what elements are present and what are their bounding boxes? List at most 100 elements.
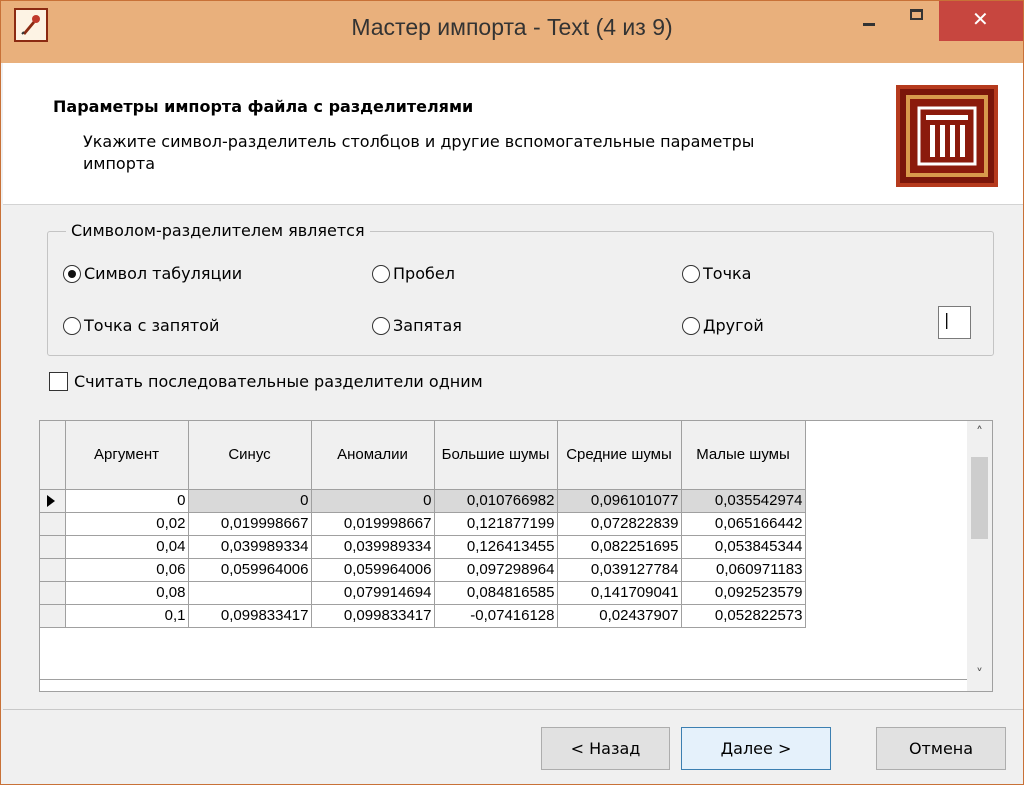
- table-cell[interactable]: 0,099833417: [311, 604, 435, 628]
- consecutive-delimiters-label: Считать последовательные разделители одн…: [74, 372, 483, 391]
- minimize-icon: [863, 23, 875, 26]
- table-row[interactable]: 0,08 0,079914694 0,084816585 0,141709041…: [40, 581, 806, 605]
- table-cell[interactable]: 0,039989334: [311, 535, 435, 559]
- table-cell[interactable]: 0,141709041: [557, 581, 682, 605]
- table-row[interactable]: 0,04 0,039989334 0,039989334 0,126413455…: [40, 535, 806, 559]
- radio-period[interactable]: Точка: [682, 264, 751, 283]
- other-delimiter-input[interactable]: |: [938, 306, 971, 339]
- radio-space-circle[interactable]: [372, 264, 390, 283]
- column-header[interactable]: Синус: [188, 421, 312, 490]
- wizard-header: Параметры импорта файла с разделителями …: [3, 63, 1023, 205]
- table-cell[interactable]: 0,126413455: [434, 535, 558, 559]
- data-preview-grid[interactable]: Аргумент Синус Аномалии Большие шумы Сре…: [39, 420, 993, 692]
- row-indicator: [40, 581, 66, 605]
- table-cell[interactable]: 0,039989334: [188, 535, 312, 559]
- table-cell[interactable]: 0,097298964: [434, 558, 558, 582]
- table-cell[interactable]: 0,06: [65, 558, 189, 582]
- radio-comma[interactable]: Запятая: [372, 316, 462, 335]
- header-row: Аргумент Синус Аномалии Большие шумы Сре…: [40, 421, 806, 490]
- table-cell[interactable]: 0,079914694: [311, 581, 435, 605]
- radio-space[interactable]: Пробел: [372, 264, 455, 283]
- consecutive-delimiters-option[interactable]: Считать последовательные разделители одн…: [49, 372, 483, 391]
- minimize-button[interactable]: [847, 1, 893, 41]
- title-bar[interactable]: Мастер импорта - Text (4 из 9) ✕: [1, 1, 1023, 63]
- footer-divider: [3, 709, 1023, 710]
- column-header[interactable]: Средние шумы: [557, 421, 682, 490]
- maximize-button[interactable]: [894, 1, 940, 41]
- consecutive-delimiters-checkbox[interactable]: [49, 372, 68, 391]
- radio-space-label: Пробел: [393, 264, 455, 283]
- table-cell[interactable]: 0,010766982: [434, 489, 558, 513]
- column-header[interactable]: Аномалии: [311, 421, 435, 490]
- table-cell[interactable]: 0,059964006: [188, 558, 312, 582]
- radio-comma-circle[interactable]: [372, 316, 390, 335]
- table-cell[interactable]: 0,065166442: [681, 512, 806, 536]
- table-cell[interactable]: 0,039127784: [557, 558, 682, 582]
- table-cell[interactable]: 0,02: [65, 512, 189, 536]
- radio-semicolon-circle[interactable]: [63, 316, 81, 335]
- back-button[interactable]: < Назад: [541, 727, 670, 770]
- import-wizard-logo-icon: [896, 85, 998, 187]
- maximize-icon: [910, 9, 923, 20]
- table-cell[interactable]: 0,084816585: [434, 581, 558, 605]
- radio-tab[interactable]: Символ табуляции: [63, 264, 242, 283]
- column-header[interactable]: Аргумент: [65, 421, 189, 490]
- table-cell[interactable]: 0: [188, 489, 312, 513]
- row-indicator: [40, 604, 66, 628]
- row-indicator: [40, 512, 66, 536]
- row-indicator-header: [40, 421, 66, 490]
- row-indicator: [40, 558, 66, 582]
- radio-tab-circle[interactable]: [63, 264, 81, 283]
- next-button[interactable]: Далее >: [681, 727, 831, 770]
- table-cell[interactable]: 0,08: [65, 581, 189, 605]
- table-cell[interactable]: 0,082251695: [557, 535, 682, 559]
- table-cell[interactable]: 0,096101077: [557, 489, 682, 513]
- scroll-down-icon[interactable]: ˅: [967, 667, 992, 691]
- table-cell[interactable]: 0,072822839: [557, 512, 682, 536]
- delimiter-group-legend: Символом-разделителем является: [66, 221, 370, 240]
- step-title: Параметры импорта файла с разделителями: [53, 97, 474, 116]
- radio-other-circle[interactable]: [682, 316, 700, 335]
- table-cell[interactable]: 0: [65, 489, 189, 513]
- table-cell[interactable]: 0,092523579: [681, 581, 806, 605]
- table-cell[interactable]: 0,053845344: [681, 535, 806, 559]
- radio-tab-label: Символ табуляции: [84, 264, 243, 283]
- table-cell[interactable]: 0,019998667: [311, 512, 435, 536]
- table-cell[interactable]: -0,07416128: [434, 604, 558, 628]
- table-cell[interactable]: 0,099833417: [188, 604, 312, 628]
- table-cell[interactable]: 0,04: [65, 535, 189, 559]
- radio-period-label: Точка: [703, 264, 752, 283]
- table-row[interactable]: 0,06 0,059964006 0,059964006 0,097298964…: [40, 558, 806, 582]
- table-row[interactable]: 0 0 0 0,010766982 0,096101077 0,03554297…: [40, 489, 806, 513]
- column-header[interactable]: Большие шумы: [434, 421, 558, 490]
- radio-other[interactable]: Другой: [682, 316, 764, 335]
- table-cell[interactable]: 0,035542974: [681, 489, 806, 513]
- vertical-scrollbar[interactable]: ˄ ˅: [967, 421, 992, 691]
- import-wizard-window: Мастер импорта - Text (4 из 9) ✕ Парамет…: [0, 0, 1024, 785]
- radio-period-circle[interactable]: [682, 264, 700, 283]
- current-row-pointer-icon: [40, 489, 66, 513]
- close-button[interactable]: ✕: [939, 1, 1023, 41]
- radio-comma-label: Запятая: [393, 316, 462, 335]
- scroll-up-icon[interactable]: ˄: [967, 425, 992, 449]
- column-header[interactable]: Малые шумы: [681, 421, 806, 490]
- cancel-button[interactable]: Отмена: [876, 727, 1006, 770]
- table-cell[interactable]: 0,060971183: [681, 558, 806, 582]
- table-cell[interactable]: 0,121877199: [434, 512, 558, 536]
- radio-semicolon[interactable]: Точка с запятой: [63, 316, 219, 335]
- radio-other-label: Другой: [703, 316, 764, 335]
- table-cell[interactable]: 0,019998667: [188, 512, 312, 536]
- table-cell[interactable]: 0,1: [65, 604, 189, 628]
- table-row[interactable]: 0,1 0,099833417 0,099833417 -0,07416128 …: [40, 604, 806, 628]
- scroll-thumb[interactable]: [971, 457, 988, 539]
- table-cell[interactable]: 0: [311, 489, 435, 513]
- row-indicator: [40, 535, 66, 559]
- close-icon: ✕: [972, 7, 989, 31]
- preview-table: Аргумент Синус Аномалии Большие шумы Сре…: [40, 421, 806, 628]
- table-cell[interactable]: 0,052822573: [681, 604, 806, 628]
- table-cell[interactable]: [188, 581, 312, 605]
- delimiter-groupbox: [47, 231, 994, 356]
- table-cell[interactable]: 0,059964006: [311, 558, 435, 582]
- table-cell[interactable]: 0,02437907: [557, 604, 682, 628]
- table-row[interactable]: 0,02 0,019998667 0,019998667 0,121877199…: [40, 512, 806, 536]
